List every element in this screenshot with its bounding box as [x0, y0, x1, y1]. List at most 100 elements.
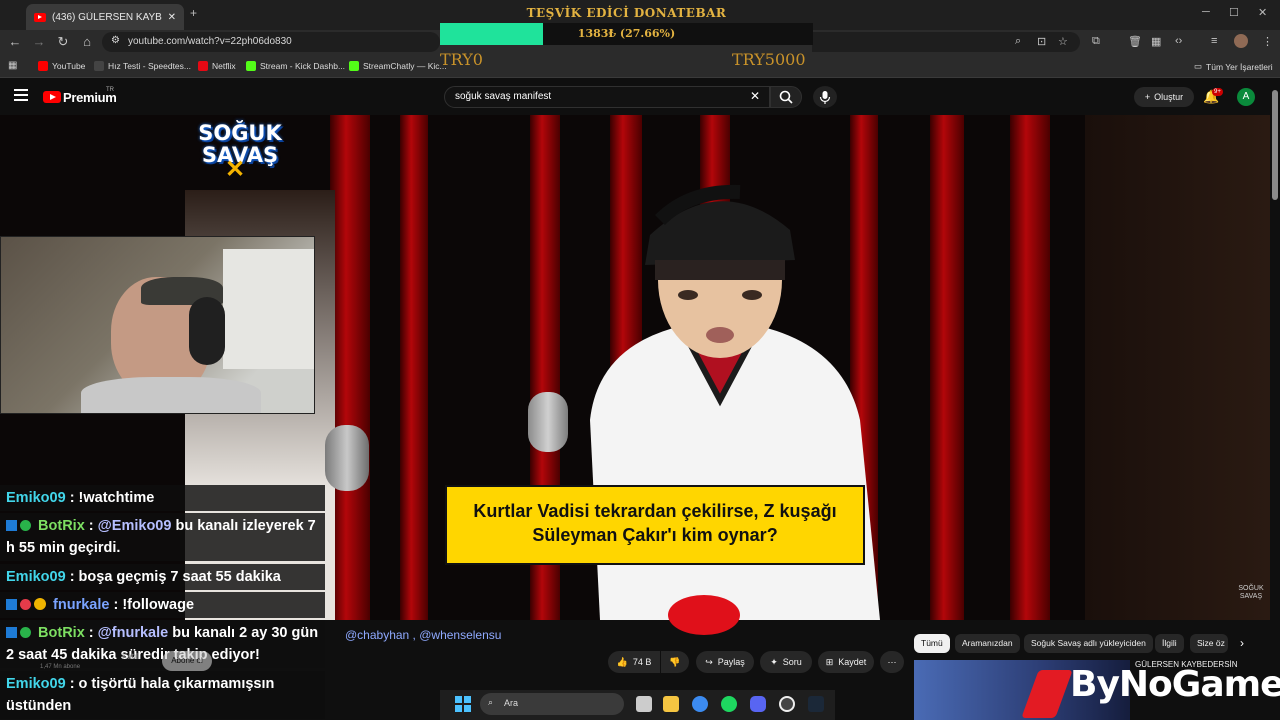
microphone-icon	[819, 91, 831, 104]
youtube-logo-icon[interactable]	[43, 91, 61, 103]
dislike-button[interactable]: 👎	[661, 651, 689, 673]
obs-icon[interactable]	[779, 696, 795, 712]
back-icon[interactable]: ←	[7, 34, 23, 49]
curtain-decoration	[930, 115, 964, 620]
chat-message: Emiko09 : boşa geçmiş 7 saat 55 dakika	[0, 564, 325, 590]
devtools-icon[interactable]: ‹›	[1175, 35, 1182, 47]
webcam-wall	[223, 249, 314, 369]
channel-watermark: SOĞUK SAVAŞ	[1238, 585, 1264, 600]
forward-icon[interactable]: →	[31, 34, 47, 49]
maximize-icon[interactable]: ☐	[1229, 6, 1239, 19]
bookmark-streamchatly[interactable]: StreamChatly — Kic...	[349, 61, 447, 71]
description-mentions[interactable]: @chabyhan , @whenselensu	[345, 628, 501, 642]
microphone-right	[528, 392, 568, 452]
search-input[interactable]: soğuk savaş manifest	[444, 86, 770, 108]
spotify-icon[interactable]	[721, 696, 737, 712]
video-right-backdrop	[1085, 115, 1270, 620]
menu-dots-icon[interactable]: ⋮	[1262, 35, 1273, 48]
new-tab-button[interactable]: +	[190, 6, 197, 20]
account-avatar[interactable]: A	[1237, 88, 1255, 106]
like-button[interactable]: 👍 74 B	[608, 651, 660, 673]
browser-tab[interactable]: (436) GÜLERSEN KAYBEDERSİN ✕	[26, 4, 184, 30]
voice-search-button[interactable]	[813, 86, 837, 108]
heart-badge-icon	[20, 599, 31, 610]
bookmark-youtube[interactable]: YouTube	[38, 61, 85, 71]
chip-for-you[interactable]: Size öz	[1190, 634, 1228, 653]
bot-badge-icon	[6, 627, 17, 638]
address-bar[interactable]: ⚙ youtube.com/watch?v=22ph06do830	[102, 32, 440, 52]
microphone-left	[325, 425, 369, 491]
grid-icon[interactable]: ▦	[1151, 35, 1161, 48]
show-logo-x-mark: ✕	[225, 156, 246, 183]
verified-badge-icon	[20, 520, 31, 531]
chip-related[interactable]: İlgili	[1155, 634, 1184, 653]
bookmark-netflix[interactable]: Netflix	[198, 61, 236, 71]
save-icon: ⊞	[825, 656, 834, 667]
curtain-decoration	[330, 115, 370, 620]
netflix-icon	[198, 61, 208, 71]
thumbs-down-icon: 👎	[669, 656, 681, 667]
windows-start-icon[interactable]	[455, 696, 471, 712]
reload-icon[interactable]: ↻	[55, 34, 71, 50]
file-explorer-icon[interactable]	[663, 696, 679, 712]
subscriber-count: 1,47 Mn abone	[40, 664, 81, 670]
youtube-icon	[38, 61, 48, 71]
notification-count-badge: 9+	[1212, 88, 1223, 96]
more-actions-button[interactable]: ⋯	[880, 651, 904, 673]
donation-title: TEŞVİK EDİCİ DONATEBAR	[526, 6, 727, 20]
home-icon[interactable]: ⌂	[79, 34, 95, 49]
extensions-icon[interactable]: ⧉	[1092, 35, 1100, 48]
close-window-icon[interactable]: ✕	[1258, 6, 1267, 19]
taskbar-search-input[interactable]: ⌕ Ara	[480, 693, 624, 715]
steam-icon[interactable]	[808, 696, 824, 712]
media-icon[interactable]: ≡	[1211, 35, 1217, 47]
hamburger-menu-icon[interactable]	[14, 89, 28, 101]
sparkle-icon: ✦	[770, 656, 778, 667]
chevron-right-icon[interactable]: ›	[1240, 636, 1244, 650]
close-tab-icon[interactable]: ✕	[168, 12, 176, 23]
chip-from-search[interactable]: Aramanızdan	[955, 634, 1020, 653]
donation-min: TRY0	[440, 50, 483, 69]
webcam-shirt	[81, 377, 261, 413]
chat-message: fnurkale : !followage	[0, 592, 325, 618]
chip-from-uploader[interactable]: Soğuk Savaş adlı yükleyiciden	[1024, 634, 1153, 653]
bookmark-star-icon[interactable]: ☆	[1058, 35, 1068, 48]
search-icon	[779, 90, 793, 104]
search-button[interactable]	[770, 86, 802, 108]
chip-all[interactable]: Tümü	[914, 634, 950, 653]
task-view-icon[interactable]	[636, 696, 652, 712]
chat-message: BotRix : @Emiko09 bu kanalı izleyerek 7 …	[0, 513, 325, 561]
chrome-icon[interactable]	[692, 696, 708, 712]
save-button[interactable]: ⊞ Kaydet	[818, 651, 874, 673]
share-icon: ↪	[705, 656, 713, 667]
chat-message: Emiko09 : !watchtime	[0, 485, 325, 511]
zoom-icon[interactable]: ⌕	[1015, 35, 1021, 48]
bot-badge-icon	[6, 520, 17, 531]
subscribe-button[interactable]: Abone ol	[162, 651, 212, 671]
red-ball	[668, 595, 740, 635]
all-bookmarks[interactable]: ▭ Tüm Yer İşaretleri	[1194, 61, 1273, 72]
page-scrollbar[interactable]	[1272, 90, 1278, 200]
tab-title: (436) GÜLERSEN KAYBEDERSİN	[52, 11, 162, 23]
url-text: youtube.com/watch?v=22ph06do830	[128, 36, 292, 47]
speedtest-icon	[94, 61, 104, 71]
site-info-icon[interactable]: ⚙	[111, 35, 120, 46]
minimize-icon[interactable]: ─	[1202, 6, 1210, 18]
bookmark-kick[interactable]: Stream - Kick Dashb...	[246, 61, 345, 71]
apps-grid-icon[interactable]: ▦	[8, 60, 17, 71]
bookmark-speedtest[interactable]: Hız Testi - Speedtes...	[94, 61, 191, 71]
install-icon[interactable]: ⊡	[1037, 35, 1046, 48]
youtube-favicon-icon	[34, 12, 46, 22]
profile-avatar-icon[interactable]	[1234, 34, 1248, 48]
folder-icon: ▭	[1194, 61, 1203, 71]
trash-icon[interactable]: 🗑	[1128, 35, 1142, 48]
curtain-decoration	[1010, 115, 1050, 620]
create-button[interactable]: + Oluştur	[1134, 87, 1194, 107]
gold-badge-icon	[34, 598, 46, 610]
share-button[interactable]: ↪ Paylaş	[696, 651, 754, 673]
search-icon: ⌕	[488, 697, 494, 707]
join-button[interactable]: Katıl	[122, 652, 138, 661]
ask-button[interactable]: ✦ Soru	[760, 651, 812, 673]
clear-search-icon[interactable]: ✕	[750, 89, 760, 103]
discord-icon[interactable]	[750, 696, 766, 712]
